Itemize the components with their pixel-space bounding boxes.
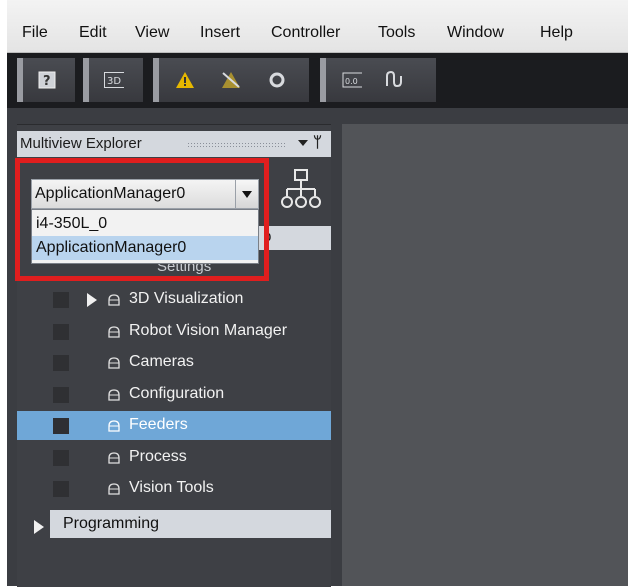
tree-item-label: Cameras <box>129 353 194 370</box>
monitor-button[interactable]: 0.0 <box>342 70 362 90</box>
toolbar-group-help: ? <box>17 58 75 102</box>
tree-item-configuration[interactable]: Configuration <box>17 380 331 409</box>
menu-edit[interactable]: Edit <box>79 24 107 42</box>
check-button[interactable] <box>175 70 195 90</box>
programming-label: Programming <box>63 515 160 532</box>
folder-icon <box>108 389 120 401</box>
menu-view[interactable]: View <box>135 24 169 42</box>
warning-off-icon <box>222 72 240 88</box>
tree-item-label: Configuration <box>129 385 225 402</box>
tree-item-feeders[interactable]: Feeders <box>17 411 331 440</box>
highlight-annotation-box <box>15 158 269 281</box>
folder-icon <box>108 294 120 306</box>
clear-check-button[interactable] <box>221 70 241 90</box>
tree-item-label: 3D Visualization <box>129 290 244 307</box>
3d-view-button[interactable]: 3D <box>104 70 124 90</box>
toolbar-group-3d: 3D <box>83 58 143 102</box>
help-icon: ? <box>38 71 56 89</box>
tree-item-marker <box>53 355 69 371</box>
connect-button[interactable] <box>384 70 404 90</box>
panel-drag-grip[interactable] <box>187 142 287 147</box>
panel-header: Multiview Explorer ᛘ <box>17 131 331 157</box>
svg-text:?: ? <box>43 74 51 89</box>
multiview-explorer-panel: Multiview Explorer ᛘ p Settings Applicat… <box>15 124 331 587</box>
help-button[interactable]: ? <box>37 70 57 90</box>
hierarchy-icon[interactable] <box>281 169 321 209</box>
3d-icon: 3D <box>104 72 124 88</box>
toolbar-group-monitor: 0.0 <box>320 58 436 102</box>
expand-arrow-icon[interactable] <box>87 293 97 307</box>
tree-item-label: Feeders <box>129 416 188 433</box>
folder-icon <box>108 357 120 369</box>
tree-item-label: Robot Vision Manager <box>129 322 288 339</box>
folder-icon <box>108 452 120 464</box>
tree-item-marker <box>53 481 69 497</box>
menu-controller[interactable]: Controller <box>271 24 340 42</box>
tree-item-marker <box>53 450 69 466</box>
tree-item-marker <box>53 387 69 403</box>
panel-menu-arrow-icon[interactable] <box>298 140 308 146</box>
connect-icon <box>386 70 402 88</box>
menu-help[interactable]: Help <box>540 24 573 42</box>
main-editor-area[interactable] <box>342 124 628 586</box>
menu-tools[interactable]: Tools <box>378 24 415 42</box>
tree-item-marker <box>53 324 69 340</box>
toolbar: ? 3D 0.0 <box>7 53 628 108</box>
folder-icon <box>108 420 120 432</box>
tree-item-cameras[interactable]: Cameras <box>17 348 331 377</box>
menu-file[interactable]: File <box>22 24 48 42</box>
svg-text:0.0: 0.0 <box>345 77 358 86</box>
folder-icon <box>108 483 120 495</box>
tree-item-label: Vision Tools <box>129 479 214 496</box>
menu-insert[interactable]: Insert <box>200 24 240 42</box>
refresh-button[interactable] <box>267 70 287 90</box>
application-window: File Edit View Insert Controller Tools W… <box>7 0 628 587</box>
tree-item-robot-vision-manager[interactable]: Robot Vision Manager <box>17 317 331 346</box>
programming-expand-arrow-icon[interactable] <box>34 520 44 534</box>
menu-window[interactable]: Window <box>447 24 504 42</box>
programming-section-header[interactable]: Programming <box>50 510 331 538</box>
menu-bar: File Edit View Insert Controller Tools W… <box>7 0 628 53</box>
refresh-icon <box>269 72 285 88</box>
monitor-icon: 0.0 <box>342 72 362 88</box>
toolbar-group-check <box>153 58 309 102</box>
pin-icon[interactable]: ᛘ <box>313 134 322 151</box>
tree-item-3d-visualization[interactable]: 3D Visualization <box>17 285 331 314</box>
tree-item-marker <box>53 292 69 308</box>
tree-item-process[interactable]: Process <box>17 443 331 472</box>
folder-icon <box>108 326 120 338</box>
warning-icon <box>176 72 194 88</box>
tree-item-marker <box>53 418 69 434</box>
panel-title: Multiview Explorer <box>20 135 142 152</box>
svg-text:3D: 3D <box>107 76 121 87</box>
tree-item-label: Process <box>129 448 187 465</box>
tree-item-vision-tools[interactable]: Vision Tools <box>17 474 331 503</box>
